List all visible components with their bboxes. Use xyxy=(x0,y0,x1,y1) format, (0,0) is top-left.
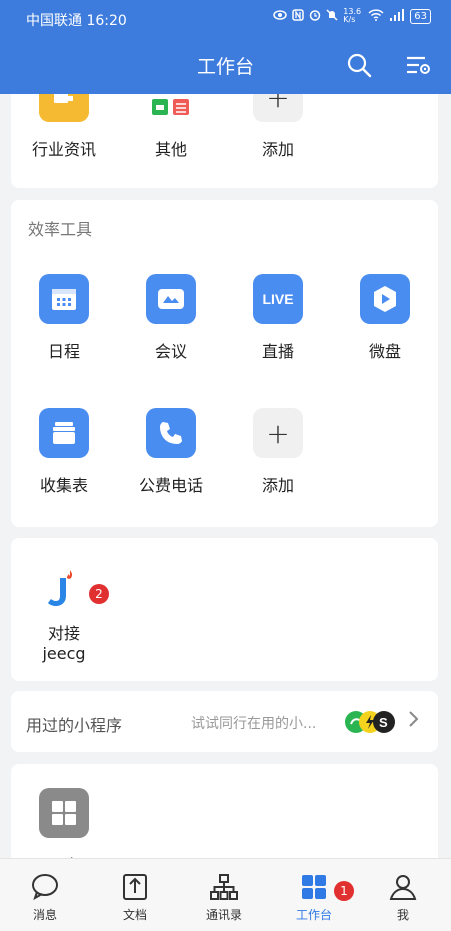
org-chart-icon xyxy=(209,872,239,902)
app-label: 微盘 xyxy=(368,342,401,361)
grid-more-icon xyxy=(39,788,89,838)
app-collection-form[interactable]: 收集表 xyxy=(24,408,104,496)
page-title: 工作台 xyxy=(196,56,254,78)
workbench-grid-icon xyxy=(299,872,329,902)
app-header: 工作台 xyxy=(0,36,451,94)
app-weipan[interactable]: 微盘 xyxy=(345,274,425,362)
app-jeecg[interactable]: 对接 jeecg xyxy=(24,564,104,663)
chevron-right-icon xyxy=(407,710,419,733)
collection-form-icon xyxy=(39,408,89,458)
app-label: 行业资讯 xyxy=(31,140,96,159)
add-app-button[interactable]: + 添加 xyxy=(238,408,318,496)
message-icon xyxy=(30,872,60,902)
app-label: 日程 xyxy=(47,342,80,361)
app-label: 会议 xyxy=(154,342,187,361)
notification-badge: 2 xyxy=(89,584,109,604)
apps-card-top: 行业资讯 其他 + 添加 xyxy=(11,94,438,188)
app-label: 添加 xyxy=(261,476,294,495)
tab-contacts[interactable]: 通讯录 xyxy=(189,859,259,923)
app-live[interactable]: LIVE 直播 xyxy=(238,274,318,362)
plus-icon: + xyxy=(253,408,303,458)
wifi-icon xyxy=(368,8,384,24)
signal-icon xyxy=(389,8,405,24)
used-mini-programs-row[interactable]: 用过的小程序 试试同行在用的小... S xyxy=(11,691,438,752)
jeecg-logo-icon xyxy=(39,564,89,614)
meeting-icon xyxy=(146,274,196,324)
app-label: 直播 xyxy=(261,342,294,361)
battery-level: 63 xyxy=(410,8,431,24)
add-app-button-top[interactable]: + 添加 xyxy=(238,94,318,160)
section-title: 效率工具 xyxy=(28,220,93,239)
calendar-icon xyxy=(39,274,89,324)
plus-icon: + xyxy=(253,94,303,122)
carrier-time: 中国联通 16:20 xyxy=(26,13,127,29)
eye-icon xyxy=(273,9,288,24)
tab-label: 消息 xyxy=(32,908,57,922)
tab-label: 工作台 xyxy=(295,908,332,922)
app-label: 公费电话 xyxy=(138,476,203,495)
mini-programs-hint: 试试同行在用的小... xyxy=(191,716,317,732)
svg-text:S: S xyxy=(379,715,388,730)
mini-program-logos: S xyxy=(344,710,404,734)
phone-icon xyxy=(146,408,196,458)
document-icon xyxy=(120,872,150,902)
status-bar: 中国联通 16:20 13.6 K/s 63 xyxy=(0,0,451,36)
other-apps-icon xyxy=(146,94,196,122)
app-label: 收集表 xyxy=(39,476,88,495)
custom-app-card: 对接 jeecg 2 xyxy=(11,538,438,681)
app-public-call[interactable]: 公费电话 xyxy=(131,408,211,496)
efficiency-tools-card: 效率工具 日程 会议 LIVE 直播 微盘 收集表 公费电话 + 添加 xyxy=(11,200,438,527)
settings-filter-icon[interactable] xyxy=(405,54,431,78)
mini-programs-title: 用过的小程序 xyxy=(26,716,123,735)
tab-label: 文档 xyxy=(122,908,147,922)
app-schedule[interactable]: 日程 xyxy=(24,274,104,362)
workbench-badge: 1 xyxy=(334,881,354,901)
live-icon-text: LIVE xyxy=(262,291,294,307)
alarm-icon xyxy=(309,9,321,24)
live-icon: LIVE xyxy=(253,274,303,324)
app-label: 添加 xyxy=(261,140,294,159)
status-icons: 13.6 K/s 63 xyxy=(273,8,431,24)
app-label-line1: 对接 xyxy=(47,624,80,643)
tab-me[interactable]: 我 xyxy=(368,859,438,923)
person-icon xyxy=(388,872,418,902)
tab-label: 我 xyxy=(396,908,409,922)
search-icon[interactable] xyxy=(346,52,372,78)
tab-documents[interactable]: 文档 xyxy=(100,859,170,923)
app-label-line2: jeecg xyxy=(42,644,86,663)
bottom-tab-bar: 消息 文档 通讯录 工作台 1 我 xyxy=(0,858,451,931)
network-speed: 13.6 K/s xyxy=(343,7,362,24)
mute-icon xyxy=(326,8,338,24)
app-label: 其他 xyxy=(154,140,187,159)
app-other[interactable]: 其他 xyxy=(131,94,211,160)
app-industry-news[interactable]: 行业资讯 xyxy=(24,94,104,160)
tab-label: 通讯录 xyxy=(205,908,242,922)
app-meeting[interactable]: 会议 xyxy=(131,274,211,362)
cloud-drive-icon xyxy=(360,274,410,324)
tab-messages[interactable]: 消息 xyxy=(10,859,80,923)
news-icon xyxy=(39,94,89,122)
nfc-icon xyxy=(292,8,305,24)
